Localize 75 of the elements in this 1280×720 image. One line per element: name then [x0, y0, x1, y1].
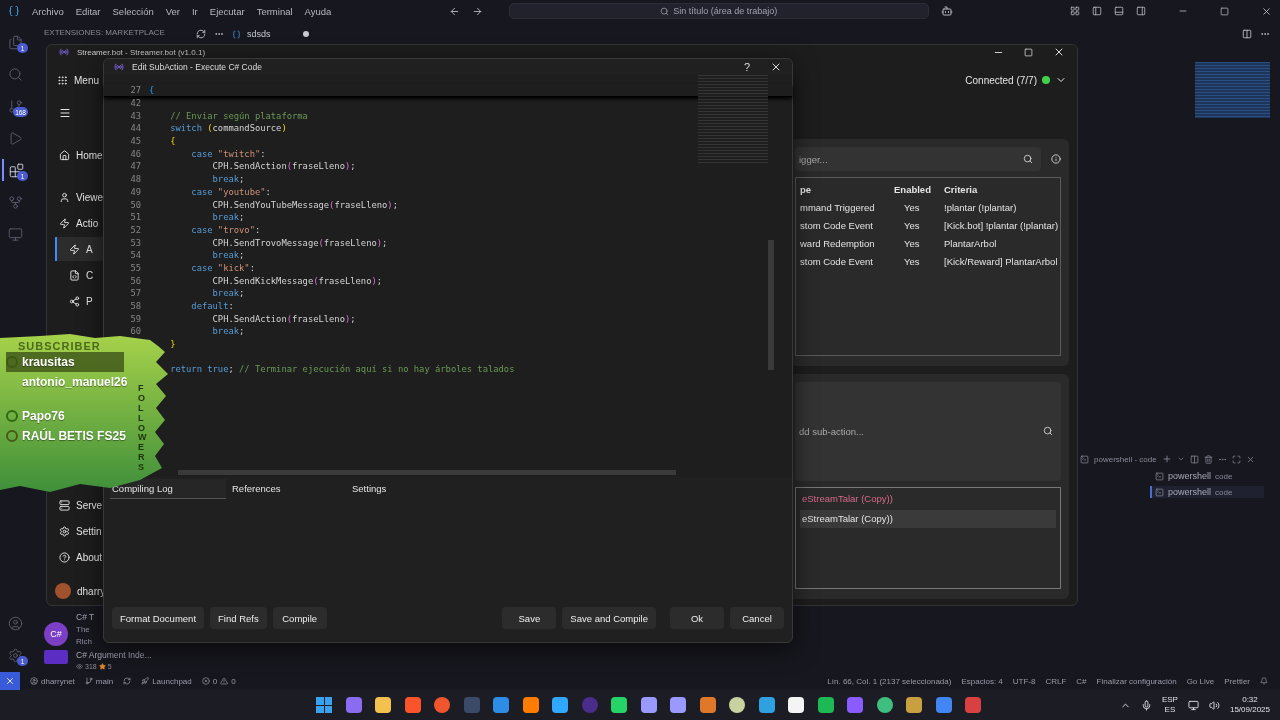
code-line: default: [190, 301, 234, 312]
line-number: 56 [129, 275, 141, 286]
table-cell-text: [Kick.bot] !plantar (!plantar) [944, 218, 1060, 233]
line-number: 51 [129, 212, 141, 223]
line-number: 60 [129, 326, 141, 337]
line-number: 54 [129, 250, 141, 261]
column-header: Criteria [944, 182, 979, 197]
table-cell-text: stom Code Event [800, 218, 874, 233]
table-cell-text: stom Code Event [800, 254, 874, 269]
extension-publisher: Rich [76, 637, 93, 646]
code-line: CPH.SendYouTubeMessage(fraseLleno); [211, 199, 398, 210]
line-number: 59 [129, 313, 141, 324]
line-number: 27 [129, 84, 141, 95]
code-line: break; [211, 288, 245, 299]
extension-logo: C# [44, 622, 68, 646]
code-line: } [169, 339, 176, 350]
table-cell-text: [Kick/Reward] PlantarArbol [944, 254, 1059, 269]
code-line: case "youtube": [190, 186, 271, 197]
extension-name: C# Argument Inde... [76, 650, 152, 660]
session-name: powershell [1168, 487, 1212, 497]
line-number: 53 [129, 237, 141, 248]
column-header: pe [800, 182, 813, 197]
line-number: 47 [129, 161, 141, 172]
code-line: case "kick": [190, 262, 255, 273]
code-line: switch (commandSource) [169, 123, 287, 134]
follower-name: RAÚL BETIS FS25 [22, 429, 126, 443]
dialog-title: Edit SubAction - Execute C# Code [132, 62, 262, 72]
table-cell-text: Yes [903, 218, 921, 233]
line-number: 49 [129, 186, 141, 197]
table-cell-text: Yes [903, 254, 921, 269]
session-detail: code [1215, 487, 1233, 497]
table-cell-text: ward Redemption [800, 236, 876, 251]
line-number: 55 [129, 262, 141, 273]
column-header: Enabled [894, 182, 932, 197]
code-line: // Enviar según plataforma [169, 110, 308, 121]
session-detail: code [1215, 471, 1233, 481]
follower-name: antonio_manuel26 [22, 375, 128, 389]
code-line: case "twitch": [190, 148, 266, 159]
follower-name: Papo76 [22, 409, 65, 423]
code-line: case "trovo": [190, 224, 261, 235]
panel-title: EXTENSIONES: MARKETPLACE [44, 28, 165, 37]
line-number: 48 [129, 174, 141, 185]
table-cell-text: Yes [903, 200, 921, 215]
line-number: 44 [129, 123, 141, 134]
line-number: 57 [129, 288, 141, 299]
table-cell-text: mmand Triggered [800, 200, 876, 215]
line-number: 52 [129, 224, 141, 235]
code-line: CPH.SendAction(fraseLleno); [211, 161, 356, 172]
table-cell-text: PlantarArbol [944, 236, 998, 251]
line-number: 50 [129, 199, 141, 210]
line-number: 46 [129, 148, 141, 159]
window-title: Streamer.bot - Streamer.bot (v1.0.1) [77, 47, 206, 57]
session-name: powershell [1168, 471, 1212, 481]
code-line: CPH.SendKickMessage(fraseLleno); [211, 275, 383, 286]
line-number: 45 [129, 136, 141, 147]
code-line: return true; // Terminar ejecución aquí si no hay árboles talados [169, 364, 515, 375]
code-line: { [169, 136, 176, 147]
line-number: 42 [129, 98, 141, 109]
code-line: break; [211, 174, 245, 185]
code-line: CPH.SendAction(fraseLleno); [211, 313, 356, 324]
followers-heading: FOLLOWERS [138, 384, 147, 473]
code-line: break; [211, 212, 245, 223]
terminal-title: powershell - code [1094, 454, 1157, 464]
line-number: 43 [129, 110, 141, 121]
code-line: CPH.SendTrovoMessage(fraseLleno); [211, 237, 388, 248]
code-line: { [149, 84, 155, 95]
subscriber-heading: SUBSCRIBER [17, 340, 102, 352]
subscriber-name: krausitas [22, 355, 75, 369]
table-cell-text: Yes [903, 236, 921, 251]
extension-name: C# T [76, 612, 95, 622]
line-number: 58 [129, 301, 141, 312]
code-line: break; [211, 326, 245, 337]
extension-description: The [76, 625, 91, 634]
code-line: break; [211, 250, 245, 261]
table-cell-text: !plantar (!plantar) [944, 200, 1018, 215]
